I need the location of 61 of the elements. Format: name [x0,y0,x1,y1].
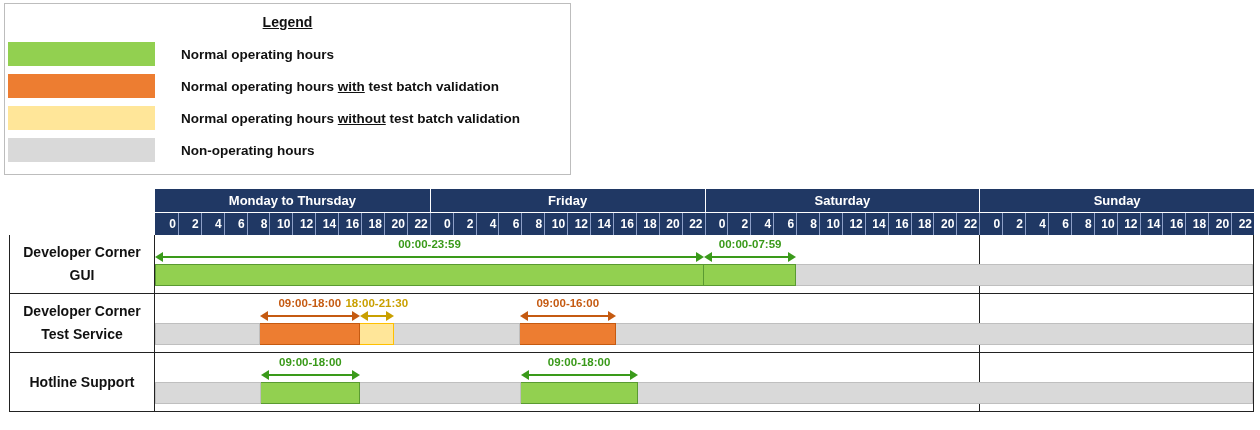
hour-header: 16 [338,213,362,235]
hour-header: 0 [168,216,177,233]
time-range-label: 09:00-18:00 [279,355,342,369]
hour-header: 8 [521,213,545,235]
hour-header: 6 [498,213,522,235]
hour-header: 8 [1070,213,1094,235]
hour-header: 22 [681,213,705,235]
hour-header: 20 [383,213,407,235]
time-range-label: 09:00-18:00 [547,355,611,369]
hour-header: 8 [796,213,819,235]
time-range-label: 09:00-16:00 [536,296,600,310]
hour-header: 12 [1116,213,1140,235]
hour-header: 4 [750,213,774,235]
hour-header: 10 [1093,213,1117,235]
hour-header: 2 [727,213,751,235]
hour-header: 4 [1025,213,1048,235]
hour-header: 22 [406,213,430,235]
hour-header: 22 [1231,213,1254,235]
hour-header: 14 [864,213,888,235]
legend-title: Legend [261,14,314,30]
hour-header: 18 [1185,213,1209,235]
hour-header: 20 [933,213,957,235]
hour-header: 14 [590,213,613,235]
hour-header: 6 [223,213,247,235]
hour-header: 4 [475,213,499,235]
hour-header: 8 [246,213,270,235]
hour-header: 18 [361,213,384,235]
hour-header: 16 [887,213,911,235]
hour-header: 22 [956,213,980,235]
hour-header: 2 [1002,213,1026,235]
hour-header: 4 [200,213,224,235]
hour-header: 20 [1208,213,1232,235]
hour-header: 2 [177,213,201,235]
hour-header: 10 [544,213,568,235]
hour-header: 0 [704,213,728,235]
hour-header: 16 [1162,213,1186,235]
hour-header: 18 [635,213,659,235]
hour-header: 12 [292,213,316,235]
hour-header: 20 [658,213,682,235]
time-range-label: 00:00-23:59 [398,237,461,251]
hour-header: 2 [452,213,476,235]
legend-label: Normal operating hours with test batch validation [181,78,500,94]
hour-header: 6 [773,213,797,235]
legend-label: Normal operating hours [181,46,334,62]
hour-header: 14 [315,213,339,235]
hour-header: 12 [567,213,590,235]
time-range-label: 00:00-07:59 [718,237,782,251]
hour-header: 14 [1139,213,1163,235]
hour-header: 18 [910,213,934,235]
day-header: Monday to Thursday [227,192,357,210]
hour-header: 12 [841,213,865,235]
legend-label: Non-operating hours [181,142,315,158]
hour-header: 10 [269,213,293,235]
hour-header: 0 [429,213,453,235]
hour-header: 0 [979,213,1003,235]
hour-header: 10 [818,213,842,235]
legend-label: Normal operating hours without test batch validation [181,110,521,126]
hour-header: 6 [1047,213,1071,235]
hour-header: 16 [612,213,636,235]
time-range-label: 18:00-21:30 [345,296,409,310]
time-range-label: 09:00-18:00 [278,296,342,310]
